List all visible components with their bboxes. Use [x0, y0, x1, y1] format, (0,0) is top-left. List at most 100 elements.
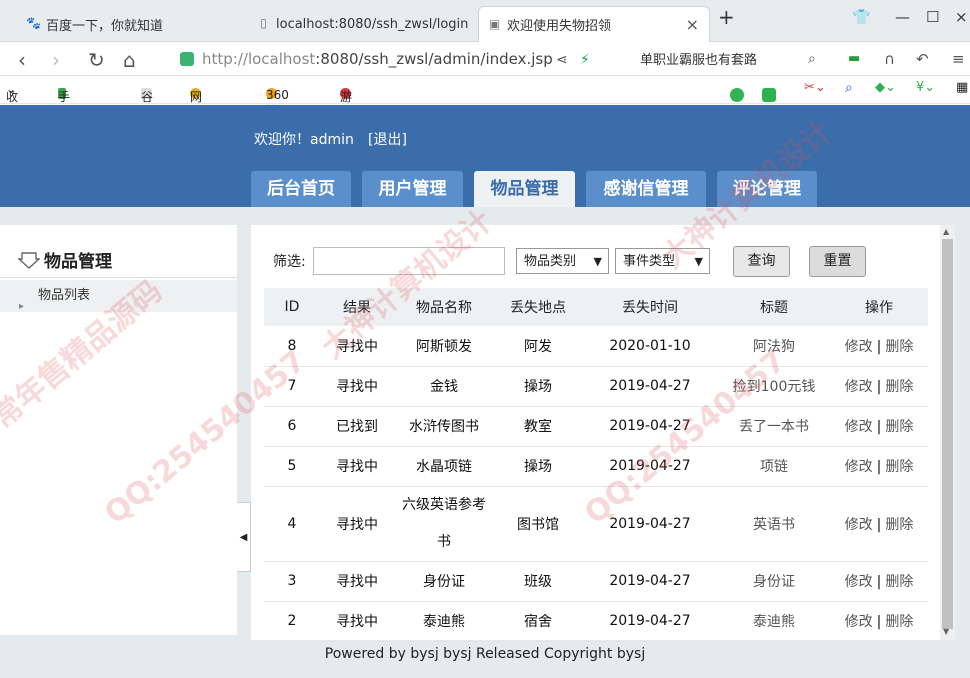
- address-bar: ‹ › ↻ ⌂ http://localhost:8080/ssh_zwsl/a…: [0, 42, 970, 76]
- nav-tab-comments[interactable]: 评论管理: [717, 171, 817, 207]
- battery-icon[interactable]: ▬: [848, 51, 860, 66]
- yen-icon[interactable]: ¥⌄: [916, 80, 935, 95]
- grid-icon[interactable]: ▦: [956, 80, 968, 95]
- logout-link[interactable]: [退出]: [368, 129, 407, 149]
- edit-link[interactable]: 修改: [845, 379, 873, 395]
- scissors-icon[interactable]: ✂⌄: [804, 80, 826, 95]
- scroll-down-icon[interactable]: ▼: [943, 627, 949, 636]
- delete-link[interactable]: 删除: [885, 517, 913, 533]
- scrollbar-thumb[interactable]: [942, 239, 953, 629]
- home-icon[interactable]: ⌂: [123, 48, 136, 72]
- delete-link[interactable]: 删除: [885, 459, 913, 475]
- reset-button[interactable]: 重置: [809, 246, 866, 277]
- cell-place: 操场: [494, 446, 582, 487]
- cell-id: 2: [264, 601, 320, 642]
- edit-link[interactable]: 修改: [845, 517, 873, 533]
- collapse-sidebar-icon[interactable]: ◀: [237, 502, 251, 572]
- undo-icon[interactable]: ↶: [916, 50, 929, 68]
- minimize-icon[interactable]: —: [895, 8, 910, 26]
- headphone-icon[interactable]: ∩: [884, 50, 895, 68]
- browser-tab-active[interactable]: ▣ 欢迎使用失物招领 ×: [478, 6, 710, 42]
- search-icon[interactable]: ⌕: [808, 51, 816, 67]
- delete-link[interactable]: 删除: [885, 339, 913, 355]
- op-separator: |: [876, 419, 882, 435]
- filter-label: 筛选:: [273, 254, 306, 270]
- extension-icon[interactable]: ⌄: [762, 82, 776, 102]
- delete-link[interactable]: 删除: [885, 574, 913, 590]
- tab-label: 百度一下，你就知道: [46, 18, 164, 34]
- caret-down-icon: ▼: [593, 255, 602, 268]
- maximize-icon[interactable]: ☐: [926, 8, 939, 26]
- forward-icon[interactable]: ›: [52, 48, 60, 72]
- menu-icon[interactable]: ≡: [952, 50, 965, 68]
- cell-place: 班级: [494, 561, 582, 602]
- cell-place: 图书馆: [494, 486, 582, 562]
- filter-input[interactable]: [313, 247, 505, 275]
- new-tab-icon[interactable]: +: [718, 5, 735, 29]
- cell-ops: 修改 | 删除: [830, 601, 928, 642]
- browser-tab-baidu[interactable]: 🐾 百度一下，你就知道: [18, 6, 243, 42]
- category-select[interactable]: 物品类别 ▼: [516, 248, 609, 274]
- url-path: :8080/ssh_zwsl/admin/index.jsp: [315, 50, 553, 68]
- delete-link[interactable]: 删除: [885, 379, 913, 395]
- gamepad-icon[interactable]: ◆⌄: [875, 80, 896, 95]
- edit-link[interactable]: 修改: [845, 339, 873, 355]
- items-table: ID 结果 物品名称 丢失地点 丢失时间 标题 操作 8 寻找中 阿斯顿发 阿发 202…: [264, 288, 928, 642]
- refresh-icon[interactable]: ↻: [88, 48, 105, 72]
- cell-time: 2019-04-27: [582, 446, 718, 487]
- cell-result: 寻找中: [320, 561, 394, 602]
- cell-id: 7: [264, 366, 320, 407]
- share-icon[interactable]: ⋖: [556, 52, 568, 68]
- cell-title: 身份证: [718, 561, 830, 602]
- cell-name: 六级英语参考书: [394, 486, 494, 562]
- cell-title: 阿法狗: [718, 326, 830, 367]
- close-tab-icon[interactable]: ×: [686, 15, 699, 34]
- sidebar-item-list[interactable]: ▸ 物品列表: [0, 280, 237, 312]
- sidebar: 物品管理 ▸ 物品列表: [0, 225, 237, 635]
- delete-link[interactable]: 删除: [885, 419, 913, 435]
- close-window-icon[interactable]: ×: [955, 8, 968, 26]
- app-header: 欢迎你！admin [退出] 后台首页 用户管理 物品管理 感谢信管理 评论管理: [0, 105, 970, 207]
- edit-link[interactable]: 修改: [845, 614, 873, 630]
- op-separator: |: [876, 459, 882, 475]
- cell-result: 寻找中: [320, 326, 394, 367]
- page-icon: ▯: [260, 16, 267, 30]
- down-arrow-icon: [18, 252, 40, 269]
- bookmark-item[interactable]: 收藏 ⌄: [6, 82, 18, 121]
- browser-tab-login[interactable]: ▯ localhost:8080/ssh_zwsl/login: [248, 6, 473, 42]
- cell-place: 教室: [494, 406, 582, 447]
- cell-result: 寻找中: [320, 446, 394, 487]
- edit-link[interactable]: 修改: [845, 459, 873, 475]
- secure-shield-icon: [180, 52, 194, 66]
- cell-ops: 修改 | 删除: [830, 326, 928, 367]
- cell-result: 寻找中: [320, 486, 394, 562]
- nav-tab-thanks[interactable]: 感谢信管理: [586, 171, 706, 207]
- delete-link[interactable]: 删除: [885, 614, 913, 630]
- shirt-icon[interactable]: 👕: [852, 8, 871, 26]
- cell-ops: 修改 | 删除: [830, 486, 928, 562]
- nav-tab-home[interactable]: 后台首页: [251, 171, 351, 207]
- nav-tab-items[interactable]: 物品管理: [474, 171, 575, 207]
- cell-result: 寻找中: [320, 601, 394, 642]
- edit-link[interactable]: 修改: [845, 419, 873, 435]
- magnifier-icon[interactable]: ⌕: [845, 80, 853, 96]
- cell-name: 水晶项链: [394, 446, 494, 487]
- welcome-text: 欢迎你！admin: [254, 132, 354, 148]
- cell-result: 寻找中: [320, 366, 394, 407]
- cell-time: 2019-04-27: [582, 486, 718, 562]
- query-button[interactable]: 查询: [733, 246, 790, 277]
- nav-tab-users[interactable]: 用户管理: [362, 171, 463, 207]
- edit-link[interactable]: 修改: [845, 574, 873, 590]
- event-type-select[interactable]: 事件类型 ▼: [615, 248, 710, 274]
- search-hint[interactable]: 单职业霸服也有套路: [640, 49, 757, 68]
- col-header: 丢失时间: [582, 288, 718, 326]
- cell-ops: 修改 | 删除: [830, 366, 928, 407]
- back-icon[interactable]: ‹: [18, 48, 26, 72]
- url-field[interactable]: http://localhost:8080/ssh_zwsl/admin/ind…: [180, 46, 600, 72]
- col-header: 标题: [718, 288, 830, 326]
- footer-text: Powered by bysj bysj Released Copyright …: [324, 646, 646, 662]
- scrollbar[interactable]: ▲ ▼: [940, 225, 955, 640]
- scroll-up-icon[interactable]: ▲: [943, 227, 949, 236]
- lightning-icon[interactable]: ⚡: [580, 52, 590, 68]
- op-separator: |: [876, 338, 882, 355]
